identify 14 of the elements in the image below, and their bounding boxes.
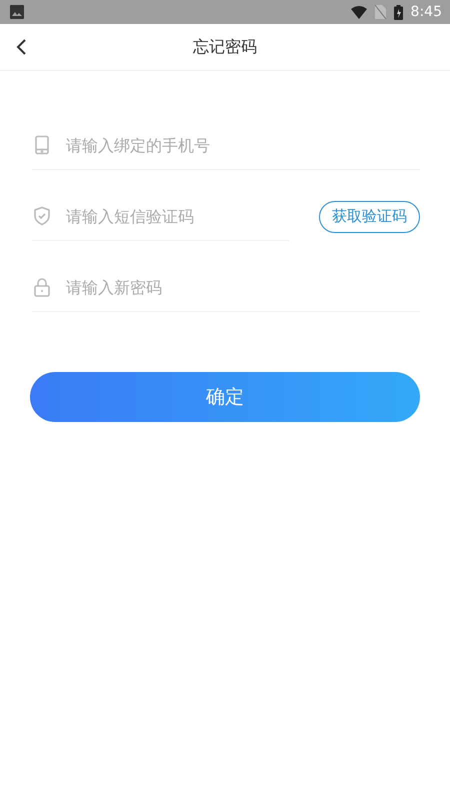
- get-code-button[interactable]: 获取验证码: [319, 200, 420, 232]
- page-title: 忘记密码: [193, 36, 257, 58]
- status-time: 8:45: [410, 4, 442, 20]
- shield-icon: [32, 206, 52, 226]
- input-field[interactable]: 请输入绑定的手机号: [64, 134, 420, 156]
- no-sim-icon: [374, 5, 386, 19]
- confirm-button[interactable]: 确定: [30, 372, 420, 422]
- battery-icon: [394, 4, 403, 20]
- input-field[interactable]: 请输入短信验证码: [64, 206, 289, 226]
- lock-icon: [32, 277, 52, 297]
- phone-icon: [32, 135, 52, 155]
- image-icon: [10, 5, 24, 19]
- input-field[interactable]: 请输入新密码: [64, 276, 420, 298]
- wifi-icon: [350, 6, 367, 18]
